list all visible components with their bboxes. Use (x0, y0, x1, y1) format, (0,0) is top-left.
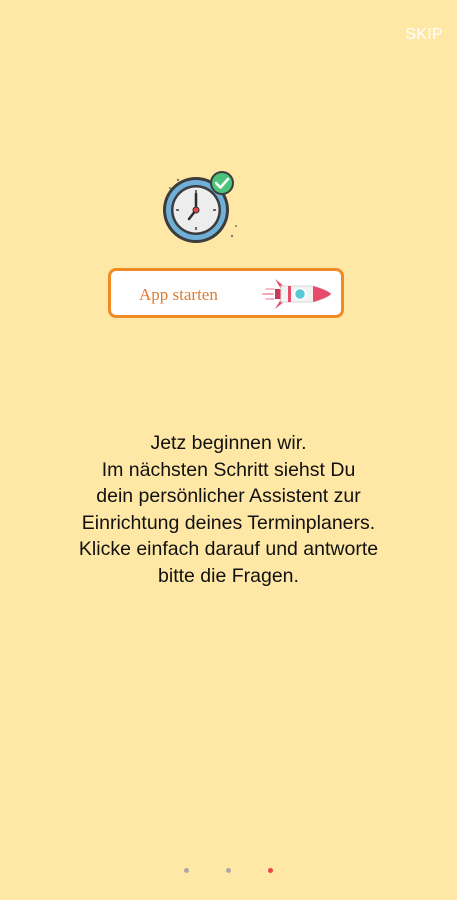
page-dot-active[interactable] (268, 868, 273, 873)
app-start-label: App starten (139, 285, 218, 304)
skip-button[interactable]: SKIP (405, 26, 443, 44)
message-line: bitte die Fragen. (158, 564, 299, 587)
clock-check-icon (163, 171, 237, 243)
message-line: Einrichtung deines Terminplaners. (81, 511, 376, 534)
intro-message: Jetz beginnen wir. Im nächsten Schritt s… (0, 430, 457, 589)
page-dot[interactable] (226, 868, 231, 873)
app-start-card[interactable]: App starten (108, 268, 344, 318)
rocket-icon (262, 279, 332, 309)
page-dot[interactable] (184, 868, 189, 873)
page-indicator (0, 868, 457, 876)
onboarding-screen: SKIP App starten Jetz beginnen wir. Im n… (0, 0, 457, 900)
message-line: Im nächsten Schritt siehst Du (101, 458, 356, 481)
message-line: Klicke einfach darauf und antworte (78, 538, 379, 560)
message-line: Jetz beginnen wir. (150, 432, 307, 454)
message-line: dein persönlicher Assistent zur (96, 485, 361, 507)
